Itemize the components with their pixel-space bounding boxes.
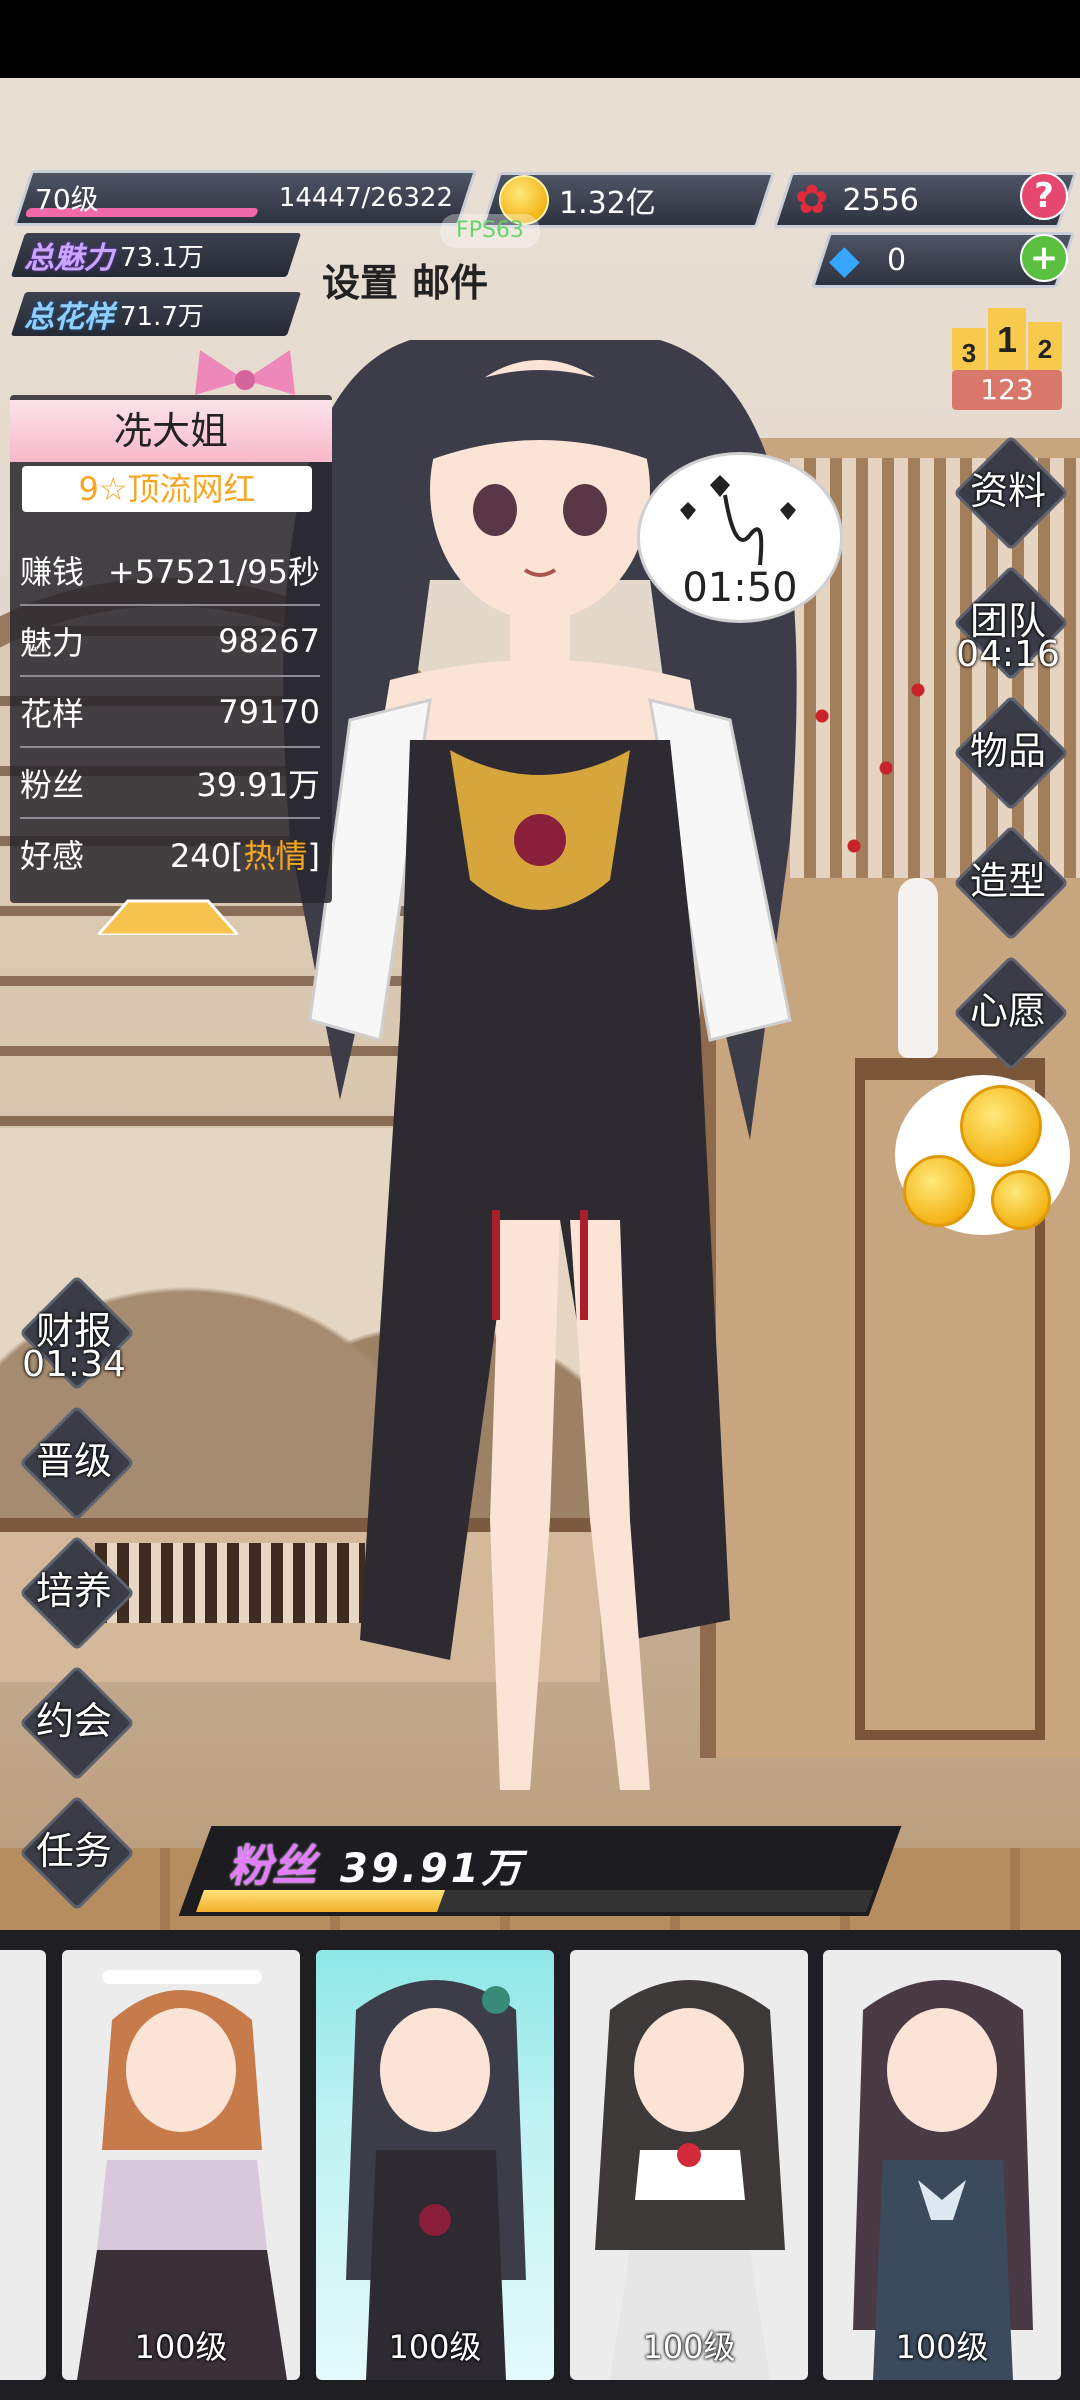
affection-value: 240 <box>169 837 232 875</box>
affection-bracket-close: ] <box>307 837 320 875</box>
profile-label: 资料 <box>969 469 1046 513</box>
report-button[interactable]: 财报 01:34 <box>14 1270 135 1391</box>
info-label: 花样 <box>20 695 85 733</box>
info-row-flair: 花样 79170 <box>20 678 320 748</box>
exp-text: 14447/26322 <box>278 183 453 213</box>
card-level: 100级 <box>388 2328 482 2366</box>
total-charm-title: 总魅力 <box>24 241 114 276</box>
character-card-selected[interactable]: 100级 <box>316 1950 554 2380</box>
info-row-earnings: 赚钱 +57521/95秒 <box>20 536 320 606</box>
total-charm-bar: 总魅力 73.1万 <box>10 233 302 277</box>
wish-button[interactable]: 心愿 <box>948 950 1069 1071</box>
diamond-icon: ◆ <box>829 237 860 283</box>
affection-timer: 01:50 <box>682 565 798 611</box>
heart-coin-icon <box>960 1085 1042 1167</box>
character-portrait <box>346 1980 526 2380</box>
character-card[interactable]: 100级 <box>62 1950 300 2380</box>
podium-first: 1 <box>997 319 1017 360</box>
card-level: 100级 <box>895 2328 989 2366</box>
settings-button[interactable]: 设置 <box>322 252 398 307</box>
style-label: 造型 <box>969 859 1046 903</box>
rose-icon: ✿ <box>795 177 829 223</box>
date-button[interactable]: 约会 <box>14 1660 135 1781</box>
podium-third: 3 <box>962 338 976 368</box>
style-button[interactable]: 造型 <box>948 820 1069 941</box>
items-label: 物品 <box>969 729 1046 773</box>
character-card-partial[interactable] <box>0 1950 46 2380</box>
card-level: 100级 <box>642 2328 736 2366</box>
items-button[interactable]: 物品 <box>948 690 1069 811</box>
total-flair-value: 71.7万 <box>120 301 204 332</box>
coin-amount: 1.32亿 <box>559 186 656 221</box>
heart-coin-icon <box>991 1170 1051 1230</box>
affection-value-group: 240[热情] <box>170 831 320 877</box>
promote-label: 晋级 <box>35 1439 112 1483</box>
rose-amount: 2556 <box>842 182 919 218</box>
character-name: 冼大姐 <box>10 400 332 462</box>
podium-second: 2 <box>1038 334 1052 364</box>
info-value: +57521/95秒 <box>107 553 320 591</box>
fps-counter: FPS63 <box>440 214 540 248</box>
character-portrait <box>853 1980 1033 2380</box>
profile-button[interactable]: 资料 <box>948 430 1069 551</box>
fans-progress-fill <box>195 1890 446 1912</box>
tasks-button[interactable]: 任务 <box>14 1790 135 1911</box>
collapse-panel-icon[interactable] <box>98 895 238 935</box>
heart-coin-icon <box>903 1155 975 1227</box>
train-button[interactable]: 培养 <box>14 1530 135 1651</box>
tasks-label: 任务 <box>35 1829 112 1873</box>
add-gems-button[interactable]: + <box>1020 234 1068 282</box>
team-button[interactable]: 团队 04:16 <box>948 560 1069 681</box>
mail-button[interactable]: 邮件 <box>412 252 488 307</box>
train-label: 培养 <box>35 1569 112 1613</box>
wish-label: 心愿 <box>969 989 1046 1033</box>
character-card[interactable]: 100级 <box>570 1950 808 2380</box>
vase <box>898 878 938 1058</box>
help-button[interactable]: ? <box>1020 172 1068 220</box>
rank-badge[interactable]: 3 1 2 123 <box>952 300 1062 410</box>
affection-bracket-open: [ <box>231 837 244 875</box>
total-flair-bar: 总花样 71.7万 <box>10 292 302 336</box>
level-label: 70级 <box>35 183 99 216</box>
affection-label: 好感 <box>20 837 85 875</box>
character-title-badge: 9☆顶流网红 <box>22 466 312 512</box>
fans-progress-bar <box>195 1890 875 1912</box>
info-label: 粉丝 <box>20 766 85 804</box>
gem-amount: 0 <box>887 242 907 278</box>
info-value: 98267 <box>218 622 320 660</box>
fans-label: 粉丝 <box>228 1841 316 1892</box>
info-value: 39.91万 <box>196 766 320 804</box>
character-card[interactable]: 100级 <box>823 1950 1061 2380</box>
character-portrait <box>595 1980 785 2380</box>
card-level: 100级 <box>134 2328 228 2366</box>
report-timer: 01:34 <box>22 1344 126 1385</box>
promote-button[interactable]: 晋级 <box>14 1400 135 1521</box>
info-row-fans: 粉丝 39.91万 <box>20 749 320 819</box>
level-exp-bar: 70级 14447/26322 <box>12 170 478 226</box>
info-row-charm: 魅力 98267 <box>20 607 320 677</box>
rank-number: 123 <box>952 370 1062 410</box>
character-portrait <box>77 1970 287 2380</box>
podium-icon: 3 1 2 <box>952 308 1062 370</box>
date-label: 约会 <box>35 1699 112 1743</box>
collect-coins-bubble[interactable] <box>895 1075 1070 1235</box>
info-label: 赚钱 <box>20 553 85 591</box>
fans-value: 39.91万 <box>340 1846 525 1892</box>
affection-status: 热情 <box>243 837 308 875</box>
total-flair-title: 总花样 <box>24 300 114 335</box>
info-row-affection: 好感 240[热情] <box>20 820 320 888</box>
team-timer: 04:16 <box>956 634 1060 675</box>
info-label: 魅力 <box>20 624 85 662</box>
info-value: 79170 <box>218 693 320 731</box>
total-charm-value: 73.1万 <box>120 242 204 273</box>
